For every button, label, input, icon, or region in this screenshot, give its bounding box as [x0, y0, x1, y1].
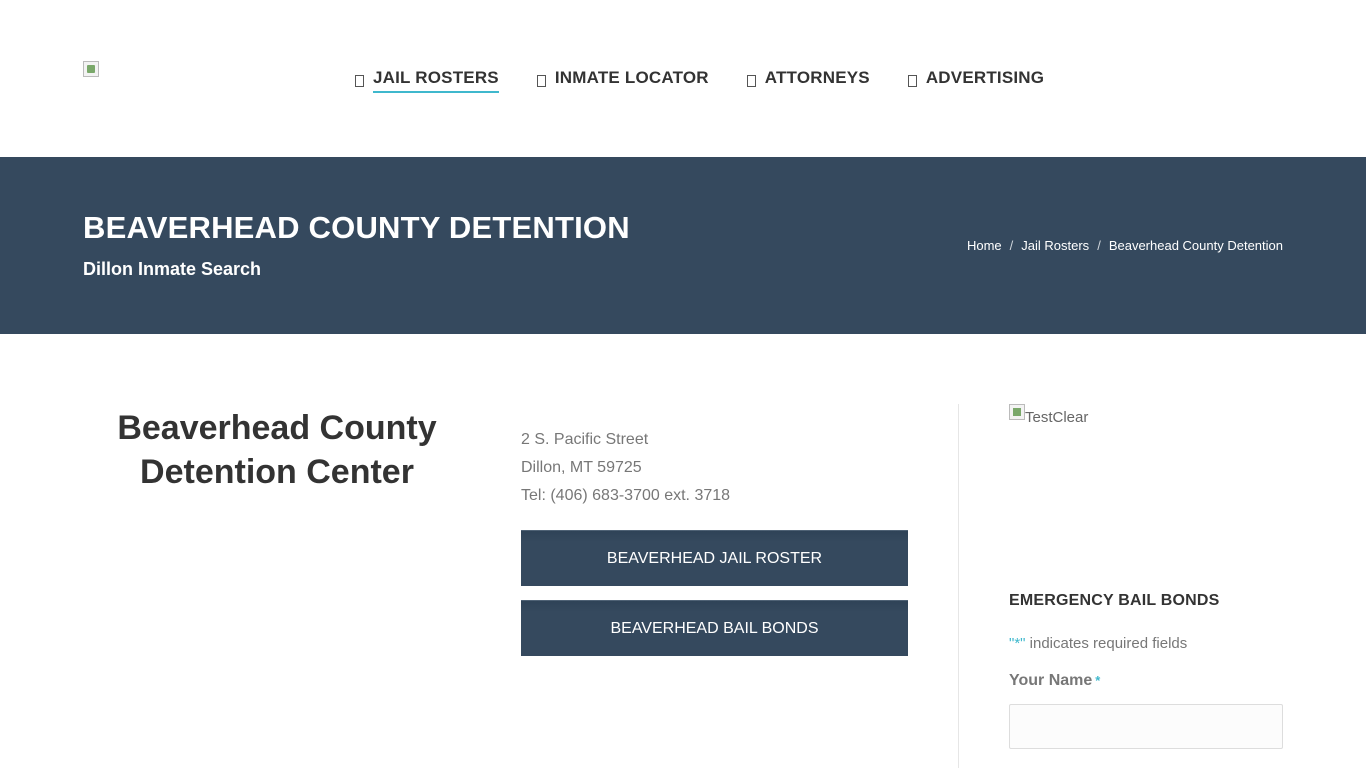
nav-label: ADVERTISING — [925, 68, 1045, 87]
nav-icon — [746, 74, 756, 87]
nav-icon — [536, 74, 546, 87]
address-street: 2 S. Pacific Street — [521, 431, 649, 448]
nav-item-advertising[interactable]: ADVERTISING — [907, 68, 1045, 93]
nav-item-inmate-locator[interactable]: INMATE LOCATOR — [536, 68, 709, 93]
nav-label: JAIL ROSTERS — [373, 68, 499, 93]
breadcrumb-jail-rosters[interactable]: Jail Rosters — [1021, 238, 1089, 253]
nav-icon — [907, 74, 917, 87]
facility-title: Beaverhead County Detention Center — [117, 409, 437, 491]
nav-label: ATTORNEYS — [764, 68, 870, 87]
jail-roster-button[interactable]: BEAVERHEAD JAIL ROSTER — [521, 530, 908, 586]
main-nav: JAIL ROSTERS INMATE LOCATOR ATTORNEYS AD… — [355, 68, 1082, 93]
nav-icon — [355, 74, 364, 87]
site-logo[interactable] — [83, 61, 99, 77]
broken-image-icon — [83, 61, 99, 77]
site-header: JAIL ROSTERS INMATE LOCATOR ATTORNEYS AD… — [0, 0, 1366, 157]
name-label-text: Your Name — [1009, 672, 1093, 689]
nav-item-attorneys[interactable]: ATTORNEYS — [746, 68, 870, 93]
facility-address: 2 S. Pacific Street Dillon, MT 59725 Tel… — [521, 426, 730, 510]
page-banner: BEAVERHEAD COUNTY DETENTION Dillon Inmat… — [0, 157, 1366, 334]
broken-image-icon — [1009, 404, 1025, 420]
page-title: BEAVERHEAD COUNTY DETENTION — [83, 210, 630, 245]
required-star: "*" — [1009, 635, 1026, 652]
required-text: indicates required fields — [1025, 635, 1188, 652]
required-marker: * — [1095, 673, 1101, 688]
nav-label: INMATE LOCATOR — [554, 68, 709, 87]
address-phone: Tel: (406) 683-3700 ext. 3718 — [521, 487, 731, 504]
form-title: EMERGENCY BAIL BONDS — [1009, 592, 1220, 609]
breadcrumb-current: Beaverhead County Detention — [1108, 238, 1283, 253]
breadcrumb-home[interactable]: Home — [967, 238, 1002, 253]
name-input[interactable] — [1009, 704, 1283, 749]
sidebar-divider — [958, 404, 959, 768]
address-city: Dillon, MT 59725 — [521, 459, 642, 476]
page-subtitle: Dillon Inmate Search — [83, 259, 262, 279]
breadcrumb: Home / Jail Rosters / Beaverhead County … — [967, 238, 1283, 253]
sidebar-ad-image[interactable]: TestClear — [1009, 404, 1088, 426]
nav-item-jail-rosters[interactable]: JAIL ROSTERS — [355, 68, 499, 93]
bail-bonds-button[interactable]: BEAVERHEAD BAIL BONDS — [521, 600, 908, 656]
breadcrumb-separator: / — [1097, 238, 1101, 253]
name-field-label: Your Name * — [1009, 672, 1100, 690]
breadcrumb-separator: / — [1009, 238, 1014, 253]
ad-alt-text: TestClear — [1025, 409, 1089, 426]
required-fields-note: "*" indicates required fields — [1009, 635, 1187, 652]
